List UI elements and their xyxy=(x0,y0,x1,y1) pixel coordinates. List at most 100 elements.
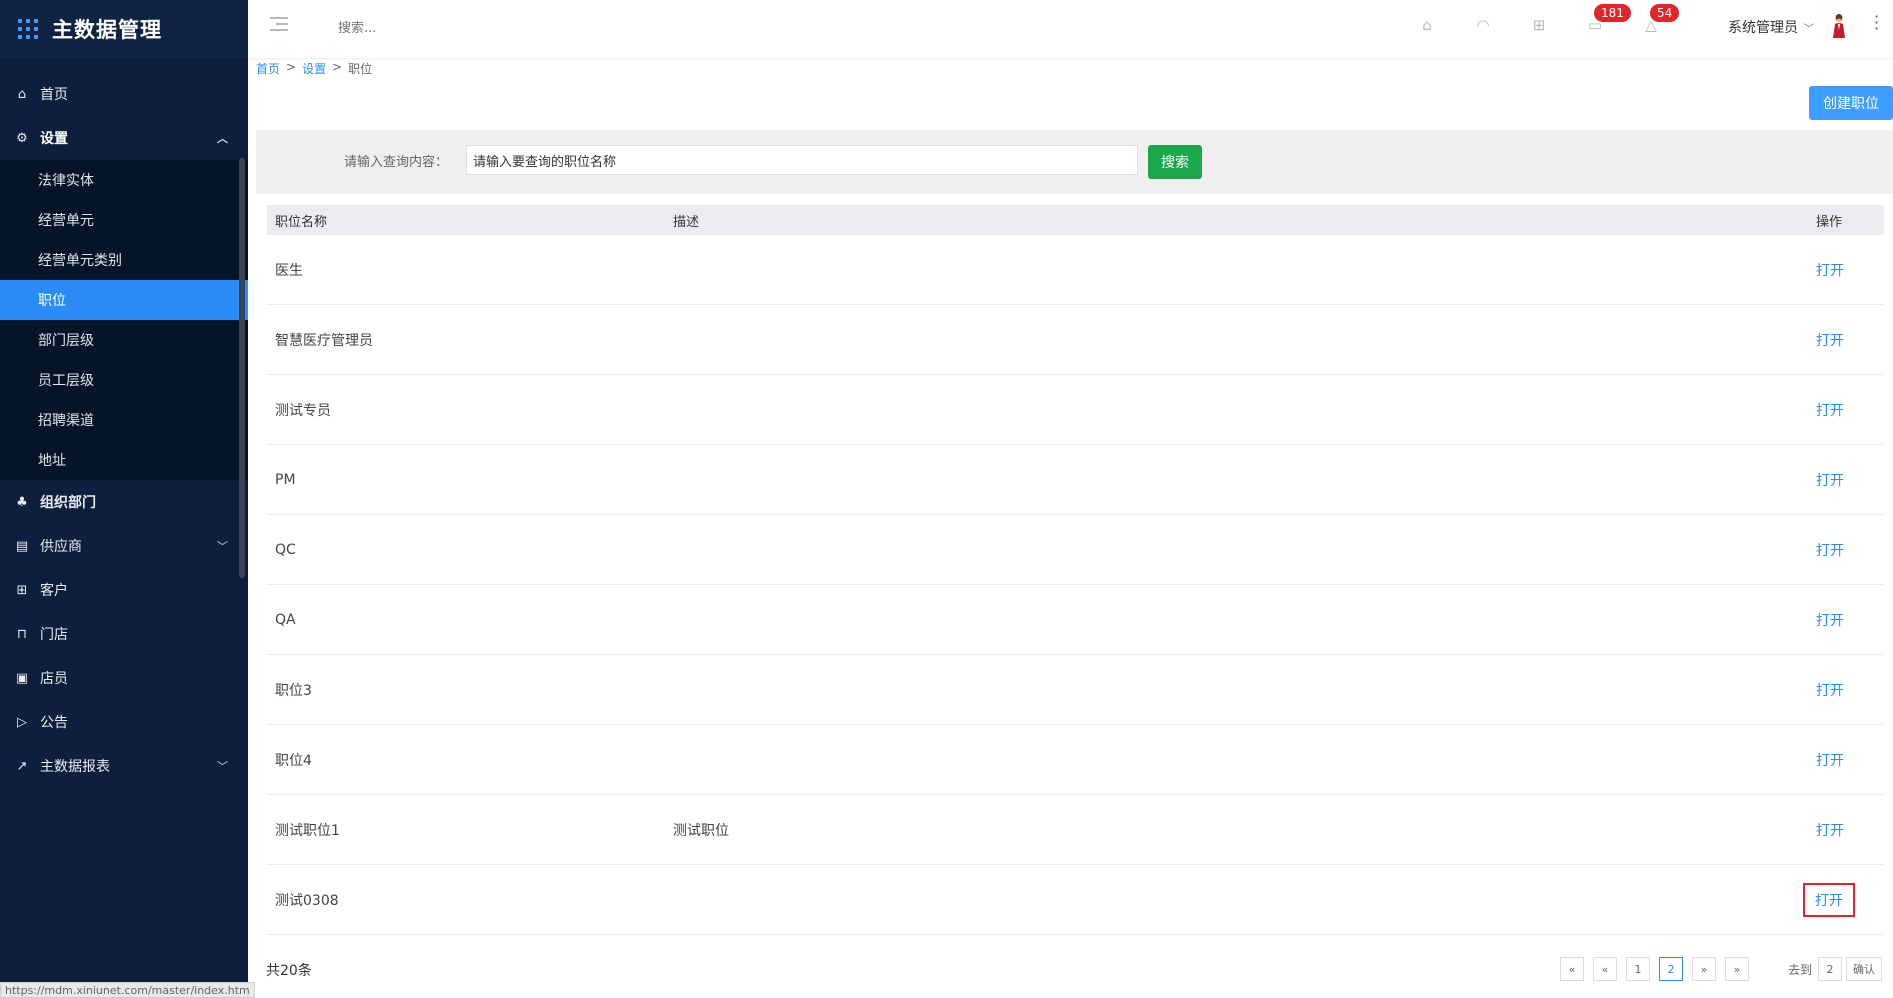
page-button-2[interactable]: 2 xyxy=(1659,957,1683,981)
breadcrumb-settings[interactable]: 设置 xyxy=(302,60,326,77)
sidebar-subitem-recruit-channel[interactable]: 招聘渠道 xyxy=(0,400,248,440)
sidebar-item-label: 店员 xyxy=(40,671,68,687)
sidebar-subitem-legal-entity[interactable]: 法律实体 xyxy=(0,160,248,200)
breadcrumb: 首页 > 设置 > 职位 xyxy=(256,60,372,77)
avatar[interactable] xyxy=(1830,12,1848,38)
table-header: 职位名称 描述 操作 xyxy=(267,205,1884,235)
bell-badge: 54 xyxy=(1650,4,1680,22)
open-link[interactable]: 打开 xyxy=(1816,403,1844,419)
home-icon[interactable]: ⌂ xyxy=(1418,16,1436,34)
sidebar-item-clerk[interactable]: ▣ 店员 xyxy=(0,656,248,700)
page-button-1[interactable]: 1 xyxy=(1626,957,1650,981)
pagination: « « 1 2 » » xyxy=(1560,957,1749,981)
sidebar-subitem-dept-level[interactable]: 部门层级 xyxy=(0,320,248,360)
sidebar-subitem-business-unit-type[interactable]: 经营单元类别 xyxy=(0,240,248,280)
sidebar-item-label: 客户 xyxy=(40,583,68,599)
sidebar-item-label: 供应商 xyxy=(40,539,82,555)
table-row: 职位3 打开 xyxy=(267,655,1884,725)
bell-icon[interactable]: △ 54 xyxy=(1642,4,1680,34)
supplier-icon: ▤ xyxy=(15,538,29,554)
col-header-desc: 描述 xyxy=(673,214,700,230)
more-vertical-icon[interactable]: · · · xyxy=(1874,9,1879,37)
sidebar-subitem-address[interactable]: 地址 xyxy=(0,440,248,480)
gear-icon: ⚙ xyxy=(16,130,28,146)
open-link-highlighted[interactable]: 打开 xyxy=(1803,882,1855,917)
prev-page-button[interactable]: « xyxy=(1593,957,1617,981)
table-row: 智慧医疗管理员 打开 xyxy=(267,305,1884,375)
table-row: QC 打开 xyxy=(267,515,1884,585)
app-logo: 主数据管理 xyxy=(0,0,248,58)
table-row: 职位4 打开 xyxy=(267,725,1884,795)
chevron-down-icon: ﹀ xyxy=(1804,23,1814,35)
sidebar-item-label: 首页 xyxy=(40,87,68,103)
user-menu[interactable]: 系统管理员 ﹀ xyxy=(1728,17,1814,37)
status-bar-url: https://mdm.xiniunet.com/master/index.ht… xyxy=(0,982,255,998)
top-header: ⌂ ◠ ⊞ ▭ 181 △ 54 系统管理员 ﹀ ··· xyxy=(248,0,1893,58)
global-search-input[interactable] xyxy=(338,16,538,40)
sidebar-item-label: 公告 xyxy=(40,715,68,731)
first-page-button[interactable]: « xyxy=(1560,957,1584,981)
sidebar-item-org[interactable]: ♣ 组织部门 xyxy=(0,480,248,524)
chevron-down-icon: ﹀ xyxy=(217,760,228,773)
last-page-button[interactable]: » xyxy=(1725,957,1749,981)
sidebar-item-label: 组织部门 xyxy=(40,495,96,511)
sidebar-item-customer[interactable]: ⊞ 客户 xyxy=(0,568,248,612)
store-icon: ⊓ xyxy=(16,626,28,642)
col-header-action: 操作 xyxy=(1816,214,1843,230)
sidebar-subitem-employee-level[interactable]: 员工层级 xyxy=(0,360,248,400)
headset-icon[interactable]: ◠ xyxy=(1474,16,1492,34)
open-link[interactable]: 打开 xyxy=(1816,333,1844,349)
goto-confirm-button[interactable]: 确认 xyxy=(1846,957,1882,981)
breadcrumb-home[interactable]: 首页 xyxy=(256,60,280,77)
cell-desc: 测试职位 xyxy=(673,822,729,839)
search-button[interactable]: 搜索 xyxy=(1148,145,1202,179)
next-page-button[interactable]: » xyxy=(1692,957,1716,981)
col-header-name: 职位名称 xyxy=(275,214,328,230)
cell-name: 医生 xyxy=(275,262,303,279)
app-title: 主数据管理 xyxy=(52,17,162,42)
org-icon: ♣ xyxy=(16,494,28,510)
table-row: 医生 打开 xyxy=(267,235,1884,305)
position-search-input[interactable] xyxy=(466,145,1138,175)
sidebar-item-label: 设置 xyxy=(40,131,68,147)
table-row: 测试专员 打开 xyxy=(267,375,1884,445)
sidebar-item-home[interactable]: ⌂ 首页 xyxy=(0,72,248,116)
cell-name: 智慧医疗管理员 xyxy=(275,332,373,349)
table-row: 测试0308 打开 xyxy=(267,865,1884,935)
sidebar-scrollbar[interactable] xyxy=(239,158,245,578)
clerk-icon: ▣ xyxy=(15,670,29,686)
apps-icon[interactable]: ⊞ xyxy=(1530,16,1548,34)
customer-icon: ⊞ xyxy=(16,582,28,598)
positions-table: 职位名称 描述 操作 医生 打开 智慧医疗管理员 打开 测试专员 打开 PM 打… xyxy=(267,205,1884,935)
open-link[interactable]: 打开 xyxy=(1816,543,1844,559)
cell-name: PM xyxy=(275,471,296,488)
menu-toggle-icon[interactable] xyxy=(270,17,288,33)
sidebar-item-reports[interactable]: ↗ 主数据报表 ﹀ xyxy=(0,744,248,788)
sidebar-subitem-position[interactable]: 职位 xyxy=(0,280,248,320)
table-row: PM 打开 xyxy=(267,445,1884,515)
chevron-up-icon: ︿ xyxy=(217,132,228,145)
open-link[interactable]: 打开 xyxy=(1816,753,1844,769)
open-link[interactable]: 打开 xyxy=(1816,613,1844,629)
cell-name: 职位4 xyxy=(275,752,312,769)
open-link[interactable]: 打开 xyxy=(1816,263,1844,279)
total-count: 共20条 xyxy=(266,963,312,979)
sidebar-nav: ⌂ 首页 ⚙ 设置 ︿ 法律实体 经营单元 经营单元类别 职位 部门层级 员工层… xyxy=(0,58,248,788)
breadcrumb-separator: > xyxy=(332,60,343,74)
sidebar-item-announcement[interactable]: ▷ 公告 xyxy=(0,700,248,744)
cell-name: 测试职位1 xyxy=(275,822,340,839)
goto-page-input[interactable] xyxy=(1818,957,1842,981)
open-link[interactable]: 打开 xyxy=(1816,823,1844,839)
sidebar-item-supplier[interactable]: ▤ 供应商 ﹀ xyxy=(0,524,248,568)
create-position-button[interactable]: 创建职位 xyxy=(1809,86,1893,120)
sidebar: 主数据管理 ⌂ 首页 ⚙ 设置 ︿ 法律实体 经营单元 经营单元类别 职位 部门… xyxy=(0,0,248,998)
open-link[interactable]: 打开 xyxy=(1816,683,1844,699)
sidebar-subitem-business-unit[interactable]: 经营单元 xyxy=(0,200,248,240)
sidebar-item-settings[interactable]: ⚙ 设置 ︿ xyxy=(0,116,248,160)
sidebar-item-label: 门店 xyxy=(40,627,68,643)
settings-submenu: 法律实体 经营单元 经营单元类别 职位 部门层级 员工层级 招聘渠道 地址 xyxy=(0,160,248,480)
open-link[interactable]: 打开 xyxy=(1816,473,1844,489)
search-panel: 请输入查询内容： 搜索 xyxy=(256,130,1893,194)
sidebar-item-store[interactable]: ⊓ 门店 xyxy=(0,612,248,656)
mail-icon[interactable]: ▭ 181 xyxy=(1586,4,1631,34)
